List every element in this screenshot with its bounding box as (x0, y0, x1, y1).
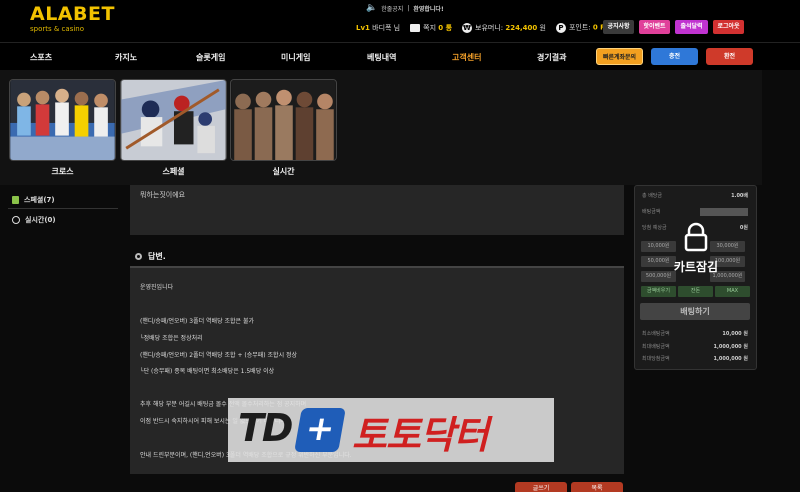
thumb-label[interactable]: 실시간 (230, 166, 337, 177)
answer-line: 운영진입니다 (140, 284, 174, 291)
notice-text: 환영합니다! (413, 5, 444, 13)
main-nav: 스포츠 카지노 슬롯게임 미니게임 베팅내역 고객센터 경기결과 빠른계좌문의 … (0, 42, 800, 70)
notice-button[interactable]: 공지사항 (603, 20, 634, 34)
answer-line: └단 (승무패) 종목 배팅이면 최소배당은 1.5배당 이상 (140, 368, 275, 375)
brand-name: ALABET (30, 3, 115, 25)
answer-line: (핸디/승패/언오버) 3폴더 역배당 조합은 불가 (140, 318, 255, 325)
expected-win-value: 0원 (739, 225, 748, 231)
total-odds-value: 1.00배 (731, 193, 748, 199)
write-button[interactable]: 글쓰기 (515, 482, 567, 492)
message-count: 0 통 (438, 23, 453, 32)
special-icon (12, 196, 19, 204)
clock-icon (12, 216, 20, 224)
money-value: 224,400 (505, 23, 538, 32)
limit-row: 최소배팅금액 10,000 원 (642, 330, 748, 337)
nav-casino[interactable]: 카지노 (115, 52, 137, 63)
max-button[interactable]: MAX (715, 286, 750, 297)
nav-support[interactable]: 고객센터 (452, 52, 481, 63)
charge-button[interactable]: 충전 (651, 48, 698, 65)
nav-results[interactable]: 경기결과 (537, 52, 566, 63)
bet-amount-row: 배팅금액 (642, 208, 748, 216)
question-text: 뭐하는짓이에요 (140, 191, 186, 199)
top-buttons: 공지사항 핫이벤트 출석달력 로그아웃 (603, 20, 744, 34)
special-image (121, 80, 226, 160)
sidebar-item-label: 스페셜(7) (24, 196, 55, 204)
thumb-cross[interactable] (9, 79, 116, 161)
money-label: 보유머니: (475, 23, 504, 32)
lock-text: 카트잠김 (673, 260, 719, 274)
user-level: Lv1 (356, 23, 370, 32)
points-label: 포인트: (568, 23, 591, 32)
change-button[interactable]: 잔돈 (678, 286, 713, 297)
limit-value: 10,000 원 (722, 331, 748, 337)
sidebar-divider (8, 208, 118, 209)
notice-divider: | (407, 4, 410, 12)
lock-icon (684, 222, 708, 252)
total-odds-label: 총 배당금 (642, 193, 662, 199)
question-box: 뭐하는짓이에요 (130, 185, 624, 235)
total-odds-row: 총 배당금 1.00배 (642, 192, 748, 199)
nav-sports[interactable]: 스포츠 (30, 52, 52, 63)
envelope-icon (410, 23, 421, 32)
speaker-icon: 🔈 (366, 3, 378, 13)
coin-icon: ₩ (462, 22, 473, 33)
watermark-plus: + (294, 408, 346, 452)
answer-line: (핸디/승패/언오버) 2폴더 역배당 조합 + (승무패) 조합시 정상 (140, 352, 298, 359)
cross-image (10, 80, 115, 160)
list-button[interactable]: 목록 (571, 482, 623, 492)
thumb-label[interactable]: 크로스 (9, 166, 116, 177)
nav-minigames[interactable]: 미니게임 (281, 52, 310, 63)
brand-subtitle: sports & casino (30, 25, 85, 33)
points-icon: P (555, 22, 566, 33)
watermark-logo: TD + 토토닥터 (228, 398, 554, 462)
thumb-special[interactable] (120, 79, 227, 161)
sidebar-item-label: 실시간(0) (25, 216, 56, 224)
nav-slots[interactable]: 슬롯게임 (196, 52, 225, 63)
live-image (231, 80, 336, 160)
answer-line: └정배당 조합은 정상처리 (140, 335, 203, 342)
messages[interactable]: 쪽지 0 통 (410, 23, 452, 33)
place-bet-button[interactable]: 배팅하기 (640, 303, 750, 320)
limit-label: 최소배팅금액 (642, 331, 670, 337)
logo[interactable]: ALABET sports & casino (30, 4, 115, 33)
sidebar-item-live[interactable]: 실시간(0) (12, 215, 56, 225)
watermark-latin: TD (238, 406, 293, 450)
nav-bet-history[interactable]: 베팅내역 (367, 52, 396, 63)
logout-button[interactable]: 로그아웃 (713, 20, 744, 34)
answer-title: 답변. (148, 252, 166, 261)
answer-icon (135, 253, 142, 260)
thumb-label[interactable]: 스페셜 (120, 166, 227, 177)
user-name: 바디폭 님 (372, 23, 401, 32)
user-bar: Lv1 바디폭 님 쪽지 0 통 ₩ 보유머니: 224,400 원 P 포인트: … (356, 22, 619, 33)
thumb-live[interactable] (230, 79, 337, 161)
top-header: ALABET sports & casino 🔈 한줄공지 | 환영합니다! L… (0, 0, 800, 42)
message-label: 쪽지 (423, 23, 437, 32)
attendance-button[interactable]: 출석달력 (675, 20, 708, 34)
limit-label: 최대당첨금액 (642, 356, 670, 362)
limit-row: 최대배팅금액 1,000,000 원 (642, 343, 748, 350)
fast-account-inquiry-button[interactable]: 빠른계좌문의 (596, 48, 643, 65)
limit-label: 최대배팅금액 (642, 344, 670, 350)
answer-heading: 답변. (135, 251, 166, 262)
exchange-button[interactable]: 환전 (706, 48, 753, 65)
event-button[interactable]: 핫이벤트 (639, 20, 670, 34)
sports-dropdown: 크로스 스페셜 실시간 (0, 70, 762, 185)
notice-bar: 🔈 한줄공지 | 환영합니다! (366, 3, 444, 13)
notice-label: 한줄공지 (381, 5, 404, 13)
limit-value: 1,000,000 원 (713, 356, 749, 362)
money: ₩ 보유머니: 224,400 원 (462, 22, 546, 33)
clear-amount-button[interactable]: 금액비우기 (641, 286, 676, 297)
page: ALABET sports & casino 🔈 한줄공지 | 환영합니다! L… (0, 0, 800, 492)
money-unit: 원 (539, 23, 546, 32)
limit-row: 최대당첨금액 1,000,000 원 (642, 355, 748, 362)
bet-amount-input[interactable] (700, 208, 748, 216)
expected-win-label: 당첨 예상금 (642, 225, 667, 231)
limit-value: 1,000,000 원 (713, 344, 749, 350)
watermark-korean: 토토닥터 (352, 413, 489, 457)
bet-amount-label: 배팅금액 (642, 209, 661, 215)
sidebar-item-special[interactable]: 스페셜(7) (12, 195, 55, 205)
user-info: Lv1 바디폭 님 (356, 23, 400, 33)
cart-lock-overlay: 카트잠김 (664, 222, 728, 275)
